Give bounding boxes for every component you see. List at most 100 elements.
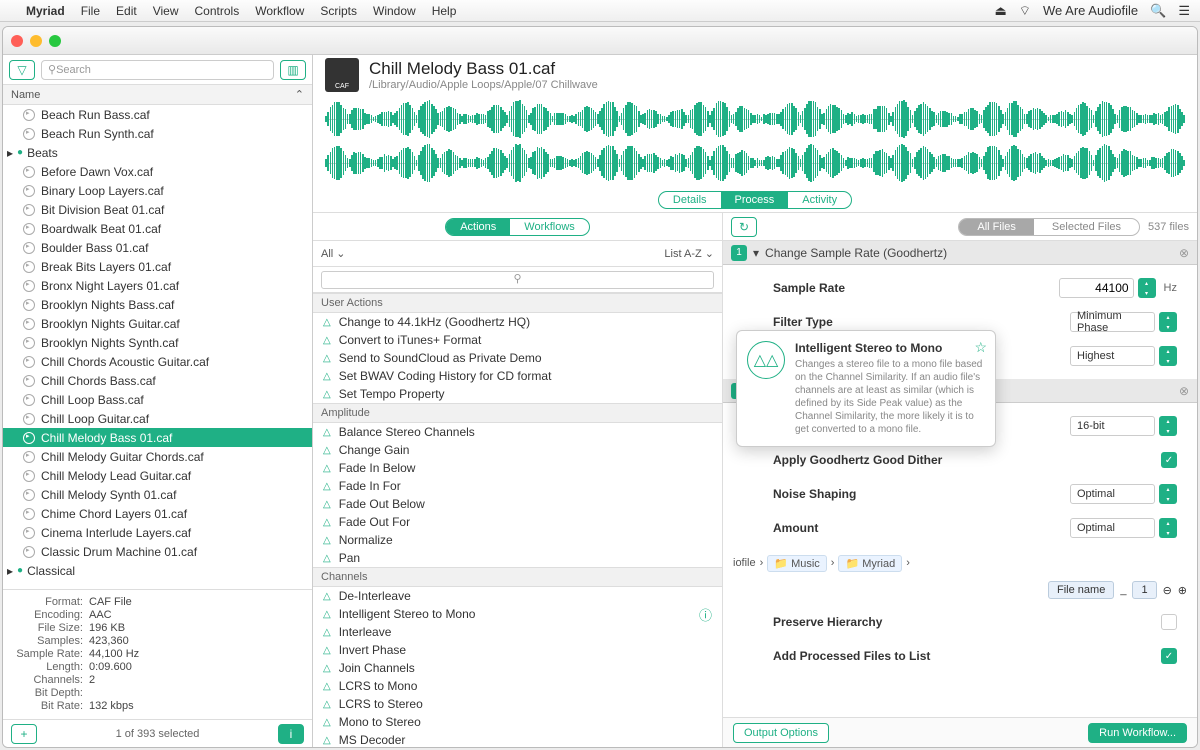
remove-chip-icon[interactable]: ⊖	[1163, 584, 1172, 597]
main-tabs[interactable]: Details Process Activity	[658, 191, 852, 209]
action-item[interactable]: △Invert Phase	[313, 641, 722, 659]
action-item[interactable]: △LCRS to Stereo	[313, 695, 722, 713]
file-row[interactable]: Brooklyn Nights Bass.caf	[3, 295, 312, 314]
action-item[interactable]: △Fade In Below	[313, 459, 722, 477]
file-row[interactable]: Chill Melody Lead Guitar.caf	[3, 466, 312, 485]
file-row[interactable]: Boulder Bass 01.caf	[3, 238, 312, 257]
amount-dropdown[interactable]: Optimal	[1070, 518, 1155, 538]
addfiles-checkbox[interactable]: ✓	[1161, 648, 1177, 664]
file-row[interactable]: Beach Run Synth.caf	[3, 124, 312, 143]
file-list[interactable]: Beach Run Bass.cafBeach Run Synth.caf▸ ●…	[3, 105, 312, 589]
file-row[interactable]: Bit Division Beat 01.caf	[3, 200, 312, 219]
scope-selected[interactable]: Selected Files	[1034, 219, 1139, 235]
step1-remove[interactable]: ⊗	[1179, 246, 1189, 260]
filter-stepper[interactable]: ▴▾	[1159, 312, 1177, 332]
noise-stepper[interactable]: ▴▾	[1159, 484, 1177, 504]
file-row[interactable]: Chill Chords Acoustic Guitar.caf	[3, 352, 312, 371]
samplerate-input[interactable]	[1059, 278, 1134, 298]
quality-stepper[interactable]: ▴▾	[1159, 346, 1177, 366]
action-item[interactable]: △Join Channels	[313, 659, 722, 677]
file-row[interactable]: Chill Chords Bass.caf	[3, 371, 312, 390]
step1-header[interactable]: 1▾ Change Sample Rate (Goodhertz) ⊗	[723, 241, 1197, 265]
file-scope-tabs[interactable]: All Files Selected Files	[958, 218, 1140, 236]
file-row[interactable]: Chill Melody Synth 01.caf	[3, 485, 312, 504]
action-item[interactable]: △Balance Stereo Channels	[313, 423, 722, 441]
menu-edit[interactable]: Edit	[116, 4, 137, 18]
actions-workflows-tabs[interactable]: Actions Workflows	[445, 218, 590, 236]
folder-row[interactable]: ▸ ●Classical	[3, 561, 312, 580]
action-item[interactable]: △Convert to iTunes+ Format	[313, 331, 722, 349]
folder-row[interactable]: ▸ ●Beats	[3, 143, 312, 162]
actions-search[interactable]: ⚲	[321, 271, 714, 289]
app-name[interactable]: Myriad	[26, 4, 65, 18]
action-item[interactable]: △MS Decoder	[313, 731, 722, 747]
action-item[interactable]: △Send to SoundCloud as Private Demo	[313, 349, 722, 367]
output-options-button[interactable]: Output Options	[733, 723, 829, 743]
file-row[interactable]: Chill Melody Guitar Chords.caf	[3, 447, 312, 466]
menu-help[interactable]: Help	[432, 4, 457, 18]
run-workflow-button[interactable]: Run Workflow...	[1088, 723, 1187, 743]
file-row[interactable]: Binary Loop Layers.caf	[3, 181, 312, 200]
amount-stepper[interactable]: ▴▾	[1159, 518, 1177, 538]
search-input[interactable]: ⚲ Search	[41, 60, 274, 80]
action-item[interactable]: △Set Tempo Property	[313, 385, 722, 403]
airplay-icon[interactable]: ⏏	[994, 3, 1006, 19]
file-row[interactable]: Break Bits Layers 01.caf	[3, 257, 312, 276]
favorite-icon[interactable]: ☆	[974, 339, 987, 356]
quality-dropdown[interactable]: Highest	[1070, 346, 1155, 366]
action-item[interactable]: △Change to 44.1kHz (Goodhertz HQ)	[313, 313, 722, 331]
tab-workflows[interactable]: Workflows	[510, 219, 589, 235]
sort-mode[interactable]: List A-Z ⌄	[664, 247, 714, 260]
action-item[interactable]: △De-Interleave	[313, 587, 722, 605]
action-item[interactable]: △Fade Out Below	[313, 495, 722, 513]
menu-workflow[interactable]: Workflow	[255, 4, 304, 18]
add-chip-icon[interactable]: ⊕	[1178, 584, 1187, 597]
tab-activity[interactable]: Activity	[788, 192, 851, 208]
close-window[interactable]	[11, 35, 23, 47]
bitdepth-dropdown[interactable]: 16-bit	[1070, 416, 1155, 436]
file-row[interactable]: Bronx Night Layers 01.caf	[3, 276, 312, 295]
info-button[interactable]: i	[278, 724, 304, 744]
scope-all[interactable]: All Files	[959, 219, 1034, 235]
add-button[interactable]: +	[11, 724, 37, 744]
output-breadcrumb[interactable]: iofile › 📁 Music › 📁 Myriad ›	[723, 551, 1197, 575]
file-row[interactable]: Brooklyn Nights Guitar.caf	[3, 314, 312, 333]
file-row[interactable]: Chill Loop Bass.caf	[3, 390, 312, 409]
tab-process[interactable]: Process	[721, 192, 789, 208]
action-item[interactable]: △Set BWAV Coding History for CD format	[313, 367, 722, 385]
action-item[interactable]: △Pan	[313, 549, 722, 567]
workflow-refresh[interactable]: ↻	[731, 217, 757, 237]
file-row[interactable]: Cinema Interlude Layers.caf	[3, 523, 312, 542]
action-item[interactable]: △Change Gain	[313, 441, 722, 459]
columns-button[interactable]: ▥	[280, 60, 306, 80]
action-item[interactable]: △Normalize	[313, 531, 722, 549]
menu-controls[interactable]: Controls	[195, 4, 240, 18]
file-row[interactable]: Boardwalk Beat 01.caf	[3, 219, 312, 238]
file-row[interactable]: Before Dawn Vox.caf	[3, 162, 312, 181]
menu-view[interactable]: View	[153, 4, 179, 18]
tab-actions[interactable]: Actions	[446, 219, 510, 235]
naming-chip-num[interactable]: 1	[1132, 581, 1156, 599]
action-item[interactable]: △Interleave	[313, 623, 722, 641]
minimize-window[interactable]	[30, 35, 42, 47]
step2-remove[interactable]: ⊗	[1179, 384, 1189, 398]
noise-dropdown[interactable]: Optimal	[1070, 484, 1155, 504]
preserve-checkbox[interactable]	[1161, 614, 1177, 630]
file-row[interactable]: Brooklyn Nights Synth.caf	[3, 333, 312, 352]
waveform-display[interactable]	[313, 95, 1197, 187]
wifi-icon[interactable]: ⌔	[1019, 3, 1031, 19]
tab-details[interactable]: Details	[659, 192, 721, 208]
action-item[interactable]: △Intelligent Stereo to Monoⓘ	[313, 605, 722, 623]
bitdepth-stepper[interactable]: ▴▾	[1159, 416, 1177, 436]
action-item[interactable]: △LCRS to Mono	[313, 677, 722, 695]
file-row[interactable]: Classic Drum Machine 01.caf	[3, 542, 312, 561]
naming-chip-filename[interactable]: File name	[1048, 581, 1114, 599]
action-item[interactable]: △Mono to Stereo	[313, 713, 722, 731]
file-row[interactable]: Beach Run Bass.caf	[3, 105, 312, 124]
maximize-window[interactable]	[49, 35, 61, 47]
file-row[interactable]: Chill Loop Guitar.caf	[3, 409, 312, 428]
menu-file[interactable]: File	[81, 4, 100, 18]
notifications-icon[interactable]: ☰	[1178, 3, 1190, 19]
info-icon[interactable]: ⓘ	[699, 605, 712, 624]
dither-checkbox[interactable]: ✓	[1161, 452, 1177, 468]
